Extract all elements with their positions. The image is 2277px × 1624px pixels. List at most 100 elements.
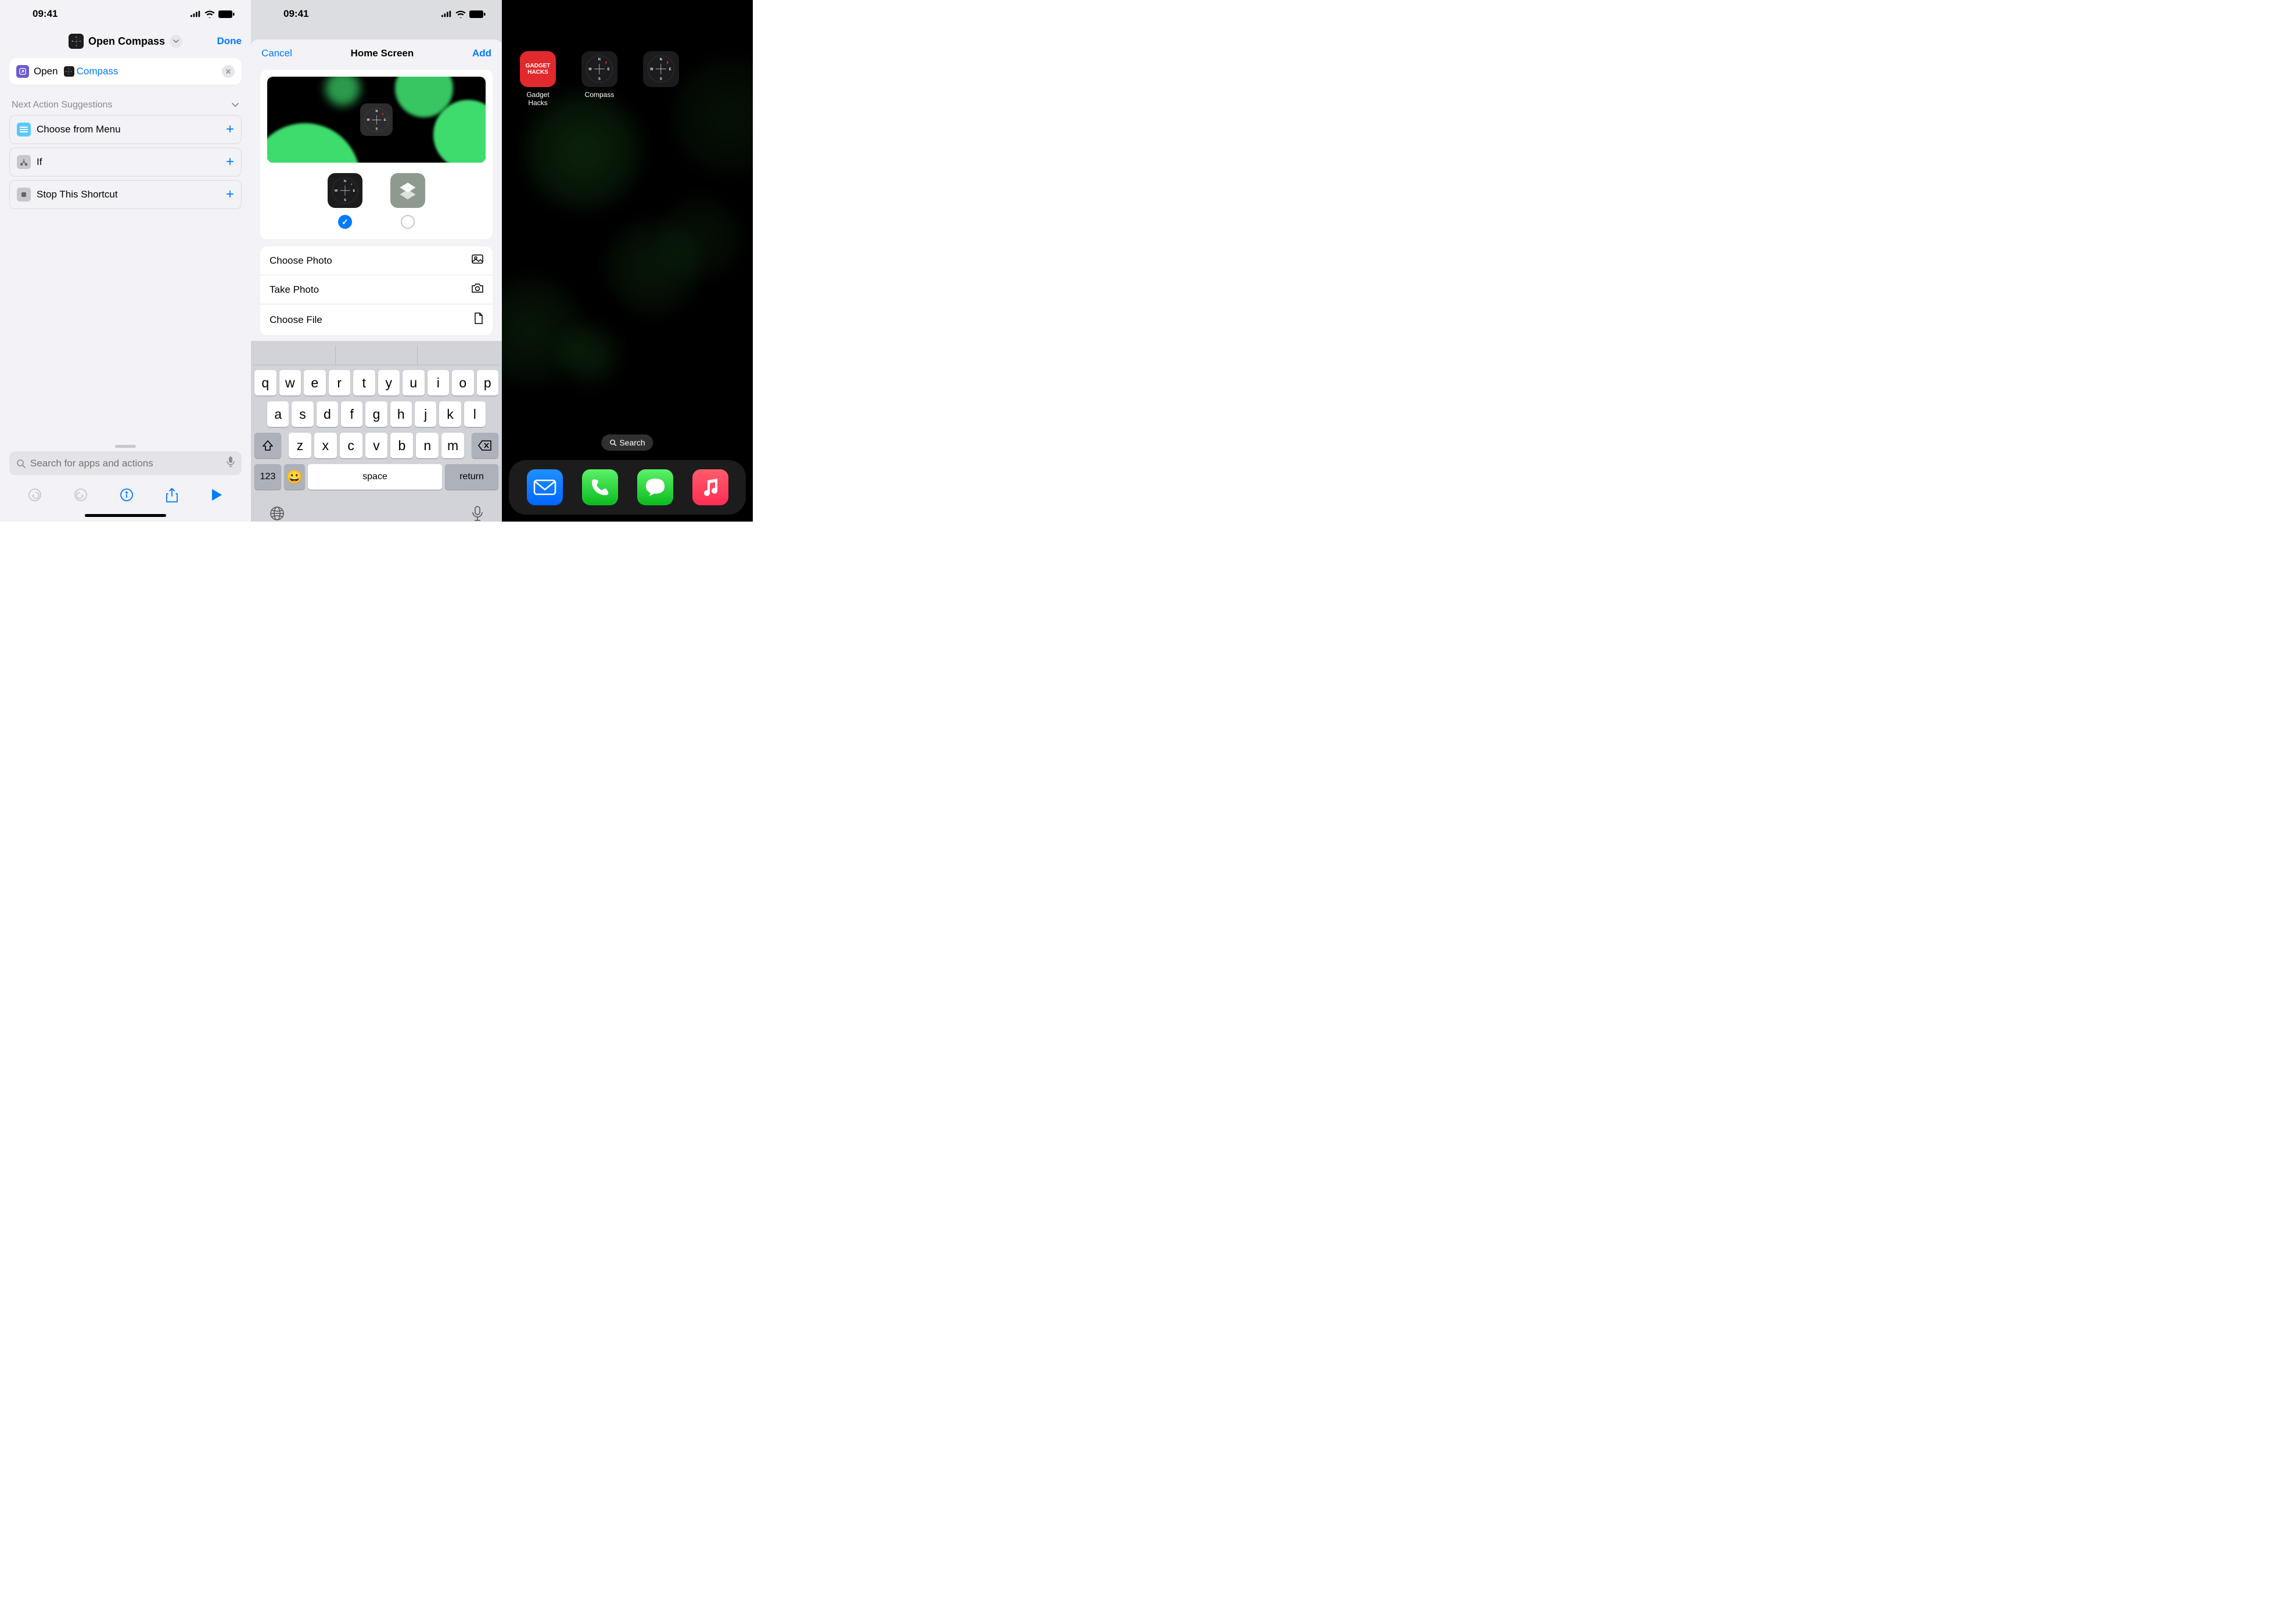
share-button[interactable] [166,488,178,506]
dictation-icon[interactable] [227,457,235,470]
info-button[interactable] [120,488,134,506]
photo-icon [472,254,483,267]
key-l[interactable]: l [464,401,486,427]
key-a[interactable]: a [267,401,289,427]
icon-choice-compass[interactable]: ✓ [328,173,362,229]
status-bar: 09:41 [0,0,251,28]
key-m[interactable]: m [441,433,464,458]
add-to-home-screen: 09:41 Cancel Home Screen Add ✓ [251,0,502,522]
key-q[interactable]: q [254,370,276,396]
undo-button[interactable] [28,488,42,506]
key-g[interactable]: g [365,401,387,427]
app-parameter[interactable]: Compass [63,66,120,77]
delete-key[interactable] [472,433,498,458]
preview-app-icon [360,103,393,136]
shortcuts-icon [390,173,425,208]
compass-icon [643,51,679,87]
add-suggestion-button[interactable]: + [226,186,234,203]
search-input[interactable] [30,458,222,469]
emoji-key[interactable]: 😀 [284,464,305,490]
open-app-action[interactable]: Open Compass [9,58,242,85]
suggestion-stop[interactable]: Stop This Shortcut + [9,180,242,209]
choose-photo-row[interactable]: Choose Photo [260,246,493,275]
stop-icon [17,188,31,202]
suggestions-title: Next Action Suggestions [12,100,112,110]
shortcuts-editor-screen: 09:41 Open Compass Done Open Compass Nex… [0,0,251,522]
take-photo-row[interactable]: Take Photo [260,275,493,304]
done-button[interactable]: Done [217,35,242,47]
icon-choice-shortcuts[interactable] [390,173,425,229]
add-suggestion-button[interactable]: + [226,121,234,138]
run-button[interactable] [210,488,223,506]
home-indicator[interactable] [85,514,166,517]
key-k[interactable]: k [439,401,461,427]
menu-icon [17,123,31,136]
keyboard: qwertyuiop asdfghjkl zxcvbnm 123 😀 space… [251,341,502,522]
preview-card: ✓ [260,70,493,239]
key-y[interactable]: y [378,370,400,396]
app-compass-shortcut[interactable] [639,51,683,107]
wifi-icon [455,10,466,18]
key-b[interactable]: b [390,433,413,458]
key-i[interactable]: i [428,370,450,396]
cancel-button[interactable]: Cancel [261,48,292,59]
choose-file-row[interactable]: Choose File [260,304,493,335]
globe-key[interactable] [270,506,285,522]
suggestion-label: Stop This Shortcut [37,189,118,200]
key-v[interactable]: v [365,433,388,458]
messages-app[interactable] [637,469,673,505]
suggestion-if[interactable]: If + [9,148,242,177]
key-t[interactable]: t [353,370,375,396]
music-app[interactable] [692,469,728,505]
key-r[interactable]: r [329,370,351,396]
key-f[interactable]: f [341,401,362,427]
space-key[interactable]: space [308,464,442,490]
numbers-key[interactable]: 123 [254,464,281,490]
search-label: Search [619,438,645,447]
key-j[interactable]: j [415,401,436,427]
open-label: Open [34,66,58,77]
drag-handle[interactable] [115,445,136,448]
key-n[interactable]: n [416,433,439,458]
key-s[interactable]: s [292,401,313,427]
phone-app[interactable] [582,469,618,505]
app-name: Compass [77,66,118,77]
key-e[interactable]: e [304,370,326,396]
key-d[interactable]: d [317,401,338,427]
radio-unselected[interactable] [401,215,415,229]
key-c[interactable]: c [340,433,362,458]
spotlight-search-button[interactable]: Search [601,434,653,451]
keyboard-suggestions[interactable] [253,346,500,365]
shortcut-title-group[interactable]: Open Compass [69,34,182,49]
return-key[interactable]: return [445,464,498,490]
suggestion-label: Choose from Menu [37,124,121,135]
key-p[interactable]: p [477,370,499,396]
app-compass[interactable]: Compass [577,51,622,107]
shift-key[interactable] [254,433,281,458]
clear-action-button[interactable] [222,65,235,78]
key-u[interactable]: u [403,370,425,396]
search-bar[interactable] [9,451,242,475]
key-o[interactable]: o [452,370,474,396]
mail-app[interactable] [527,469,563,505]
app-gadget-hacks[interactable]: GADGET HACKS Gadget Hacks [516,51,560,107]
key-x[interactable]: x [314,433,337,458]
key-z[interactable]: z [289,433,311,458]
chevron-down-icon [231,100,239,110]
suggestions-header[interactable]: Next Action Suggestions [0,92,251,115]
key-w[interactable]: w [279,370,301,396]
editor-header: Open Compass Done [0,28,251,58]
radio-selected[interactable]: ✓ [338,215,352,229]
dictation-key[interactable] [472,506,483,522]
app-label: Compass [585,91,615,99]
key-h[interactable]: h [390,401,412,427]
suggestion-choose-menu[interactable]: Choose from Menu + [9,115,242,144]
battery-icon [218,10,235,18]
add-suggestion-button[interactable]: + [226,154,234,170]
redo-button[interactable] [74,488,88,506]
add-button[interactable]: Add [472,48,491,59]
chevron-down-icon[interactable] [170,35,182,48]
home-screen-preview [267,77,486,163]
shortcut-title: Open Compass [88,35,165,48]
app-grid: GADGET HACKS Gadget Hacks Compass [502,28,753,107]
